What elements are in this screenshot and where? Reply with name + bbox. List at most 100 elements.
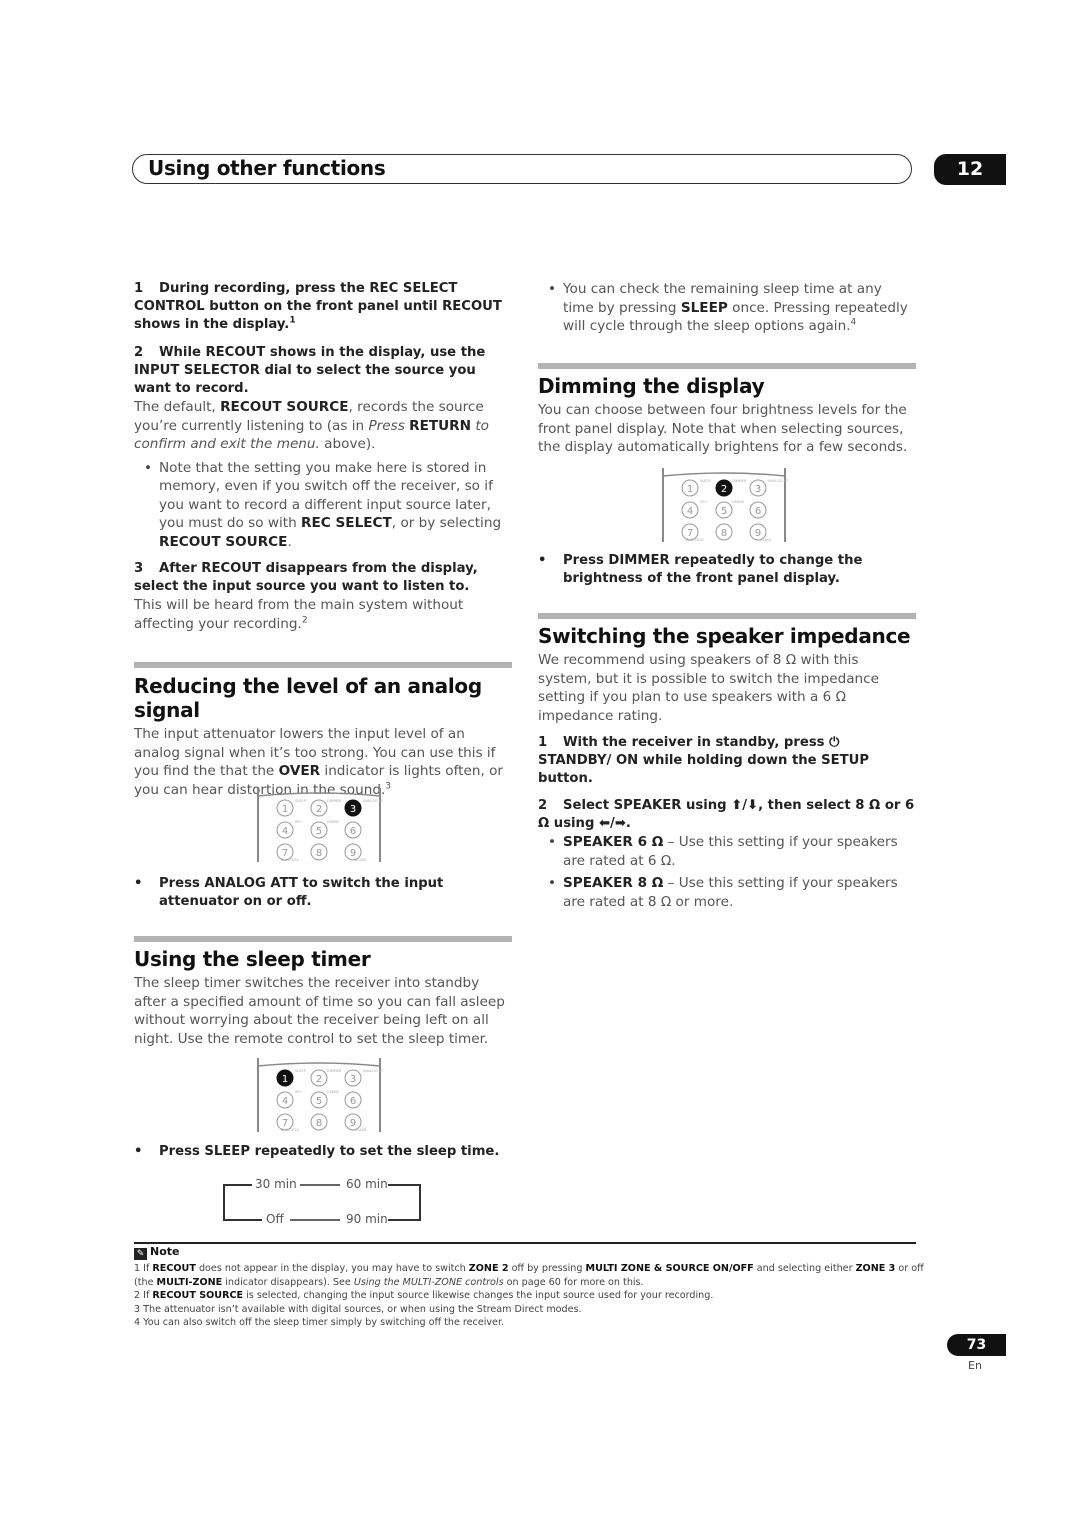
remote-function-label: CLASS [355, 858, 367, 862]
remote-function-label: SLEEP [700, 479, 711, 483]
page-number: 73 [947, 1334, 1006, 1356]
step-3-body: This will be heard from the main system … [134, 597, 464, 632]
sleep-instruction: Press SLEEP repeatedly to set the sleep … [134, 1143, 512, 1161]
speaker-8-option: SPEAKER 8 Ω – Use this setting if your s… [538, 874, 916, 911]
remote-function-label: SR+ [295, 820, 303, 824]
dimmer-instruction: Press DIMMER repeatedly to change the br… [538, 552, 916, 588]
step-2-body: The default, RECOUT SOURCE, records the … [134, 399, 489, 452]
notes-divider [134, 1242, 916, 1244]
remote-key-label-4: 4 [282, 826, 288, 837]
speaker-6-option: SPEAKER 6 Ω – Use this setting if your s… [538, 833, 916, 870]
remote-function-label: SLEEP [295, 1069, 306, 1073]
remote-key-label-6: 6 [350, 1096, 356, 1107]
remote-function-label: D.ACCESS [281, 858, 299, 862]
chapter-number-tab: 12 [934, 154, 1006, 185]
remote-key-label-8: 8 [316, 848, 322, 859]
sleep-cycle-diagram: 30 min 60 min 90 min Off [222, 1176, 424, 1226]
remote-top-curve [257, 1062, 381, 1067]
remote-key-label-4: 4 [282, 1096, 288, 1107]
remote-function-label: ANALOG ATT [363, 1069, 383, 1073]
footnote-1: 1 If RECOUT does not appear in the displ… [134, 1263, 924, 1288]
sleep-tip: You can check the remaining sleep time a… [538, 280, 916, 336]
remote-key-label-1: 1 [282, 1074, 288, 1085]
remote-function-label: SLEEP [295, 799, 306, 803]
remote-top-curve [257, 792, 381, 797]
remote-function-label: GENRE [327, 820, 339, 824]
sleep-option-off: Off [266, 1212, 284, 1226]
sleep-heading: Using the sleep timer [134, 947, 371, 971]
step-1: 1 During recording, press the REC SELECT … [134, 281, 502, 332]
remote-key-label-5: 5 [316, 1096, 322, 1107]
analog-section: Reducing the level of an analog signal T… [134, 674, 512, 799]
section-divider [134, 936, 512, 942]
sleep-option-30: 30 min [255, 1177, 297, 1191]
footnote-4: 4 You can also switch off the sleep time… [134, 1317, 505, 1328]
recording-steps: 1 During recording, press the REC SELECT … [134, 280, 512, 633]
remote-key-label-3: 3 [350, 804, 356, 815]
remote-keypad-drawing: 1 2 34 5 67 8 9SLEEP DIMMER ANALOG ATTSR+ GENRED.… [257, 788, 383, 862]
impedance-body: We recommend using speakers of 8 Ω with … [538, 652, 880, 724]
remote-key-label-4: 4 [687, 506, 693, 517]
remote-function-label: D.ACCESS [686, 538, 704, 542]
remote-key-label-2: 2 [316, 804, 322, 815]
sleep-option-60: 60 min [346, 1177, 388, 1191]
remote-key-label-6: 6 [755, 506, 761, 517]
remote-function-label: ANALOG ATT [363, 799, 383, 803]
section-divider [134, 662, 512, 668]
remote-function-label: CLASS [760, 538, 772, 542]
remote-keypad-dimmer: 1 2 3 4 5 6 7 8 9 SLEEP DIMMER ANALOG ATT SR+ GENRE D.… [660, 468, 788, 542]
remote-function-label: GENRE [732, 500, 744, 504]
remote-key-label-8: 8 [316, 1118, 322, 1129]
footnote-3: 3 The attenuator isn’t available with di… [134, 1303, 582, 1315]
notes-header: ✎ Note [134, 1245, 179, 1260]
remote-function-label: DIMMER [327, 799, 342, 803]
remote-key-label-5: 5 [721, 506, 727, 517]
language-code: En [968, 1359, 982, 1372]
dimmer-heading: Dimming the display [538, 374, 765, 398]
footnotes: 1 If RECOUT does not appear in the displ… [134, 1262, 924, 1330]
analog-instruction: Press ANALOG ATT to switch the input att… [134, 875, 512, 911]
chapter-title: Using other functions [148, 156, 386, 180]
step-3: 3 After RECOUT disappears from the displa… [134, 561, 478, 594]
standby-power-icon: ⏻ [829, 735, 840, 750]
remote-keypad-analog-att: 1 2 3 4 5 6 7 8 9 SLEEP DIMMER ANALOG ATT SR+ GENRE D.… [255, 788, 383, 862]
footnote-2: 2 If RECOUT SOURCE is selected, changing… [134, 1290, 714, 1301]
remote-function-label: CLASS [355, 1128, 367, 1132]
impedance-section: Switching the speaker impedance We recom… [538, 624, 916, 911]
dimmer-body: You can choose between four brightness l… [538, 402, 908, 455]
sleep-instruction-wrap: Press SLEEP repeatedly to set the sleep … [134, 1143, 512, 1161]
remote-top-curve [662, 472, 786, 477]
remote-function-label: SR+ [295, 1090, 303, 1094]
sleep-option-90: 90 min [346, 1212, 388, 1226]
section-divider [538, 613, 916, 619]
sleep-section: Using the sleep timer The sleep timer sw… [134, 947, 512, 1048]
remote-keypad-sleep: 1 2 3 4 5 6 7 8 9 SLEEP DIMMER ANALOG ATT SR+ GENRE D.… [255, 1058, 383, 1132]
impedance-heading: Switching the speaker impedance [538, 624, 911, 648]
remote-key-label-2: 2 [721, 484, 727, 495]
remote-keypad-drawing: 1 2 34 5 67 8 9SLEEP DIMMER ANALOG ATTSR+ GENRED.… [257, 1058, 383, 1132]
remote-key-label-2: 2 [316, 1074, 322, 1085]
remote-key-label-1: 1 [687, 484, 693, 495]
sleep-cycle-lines [223, 1184, 421, 1221]
bullet-note-memory: Note that the setting you make here is s… [134, 459, 512, 552]
impedance-step-2: 2 Select SPEAKER using ⬆/⬇, then select 8… [538, 798, 915, 831]
remote-key-label-1: 1 [282, 804, 288, 815]
dimmer-section: Dimming the display You can choose betwe… [538, 374, 916, 457]
remote-function-label: SR+ [700, 500, 708, 504]
analog-heading: Reducing the level of an analog signal [134, 674, 482, 722]
dimmer-instruction-wrap: Press DIMMER repeatedly to change the br… [538, 552, 916, 588]
section-divider [538, 363, 916, 369]
analog-instruction-wrap: Press ANALOG ATT to switch the input att… [134, 875, 512, 911]
remote-function-label: ANALOG ATT [768, 479, 788, 483]
remote-key-label-6: 6 [350, 826, 356, 837]
remote-function-label: D.ACCESS [281, 1128, 299, 1132]
remote-function-label: GENRE [327, 1090, 339, 1094]
remote-key-label-8: 8 [721, 528, 727, 539]
remote-key-label-3: 3 [755, 484, 761, 495]
remote-function-label: DIMMER [732, 479, 747, 483]
remote-key-label-3: 3 [350, 1074, 356, 1085]
pencil-note-icon: ✎ [134, 1248, 147, 1260]
impedance-step-1: 1 With the receiver in standby, press ⏻ S… [538, 735, 870, 786]
remote-function-label: DIMMER [327, 1069, 342, 1073]
remote-key-label-5: 5 [316, 826, 322, 837]
